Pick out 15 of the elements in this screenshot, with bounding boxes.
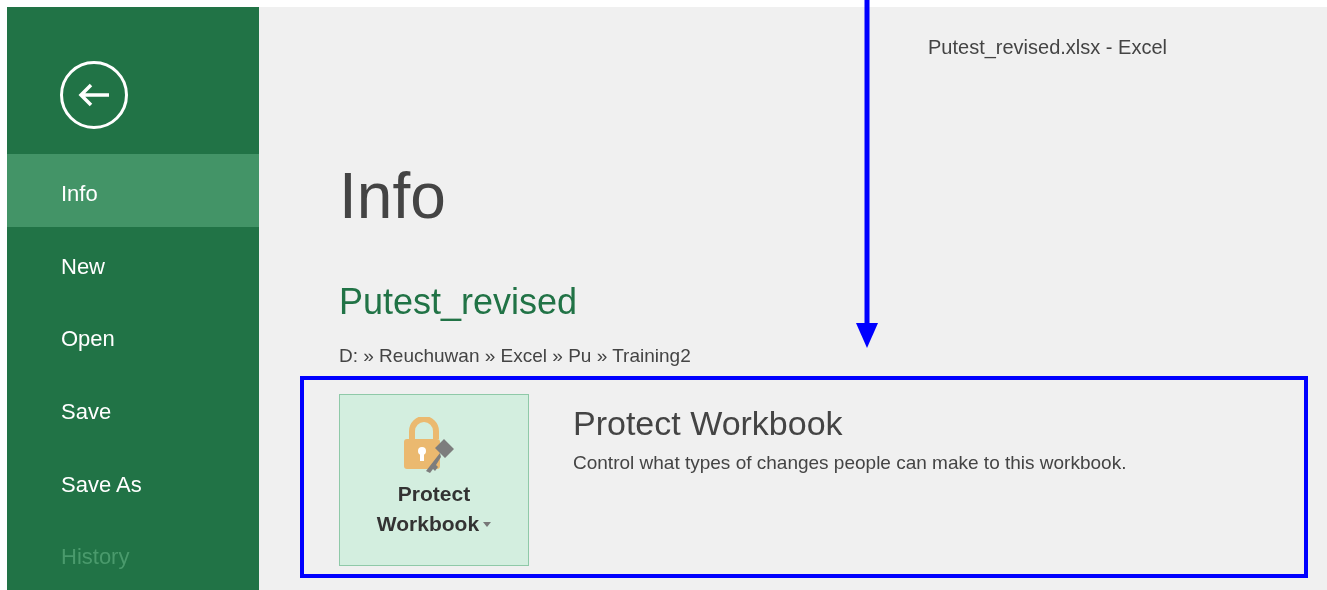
page-title: Info: [339, 160, 446, 232]
dropdown-caret-icon: [483, 521, 492, 527]
file-path: D: » Reuchuwan » Excel » Pu » Training2: [339, 344, 691, 368]
sidebar-item[interactable]: New: [7, 226, 259, 300]
window-title: Putest_revised.xlsx - Excel: [928, 35, 1167, 61]
sidebar-item[interactable]: Save: [7, 372, 259, 445]
sidebar-item[interactable]: Info: [7, 154, 259, 227]
back-arrow-icon: [77, 82, 111, 108]
protect-workbook-button[interactable]: Protect Workbook: [339, 394, 529, 566]
back-button[interactable]: [60, 61, 128, 129]
sidebar-item[interactable]: Save As: [7, 444, 259, 518]
section-description: Control what types of changes people can make to this workbook.: [573, 451, 1127, 475]
file-name: Putest_revised: [339, 280, 578, 324]
sidebar-item[interactable]: Open: [7, 299, 259, 373]
section-heading: Protect Workbook: [573, 403, 843, 444]
